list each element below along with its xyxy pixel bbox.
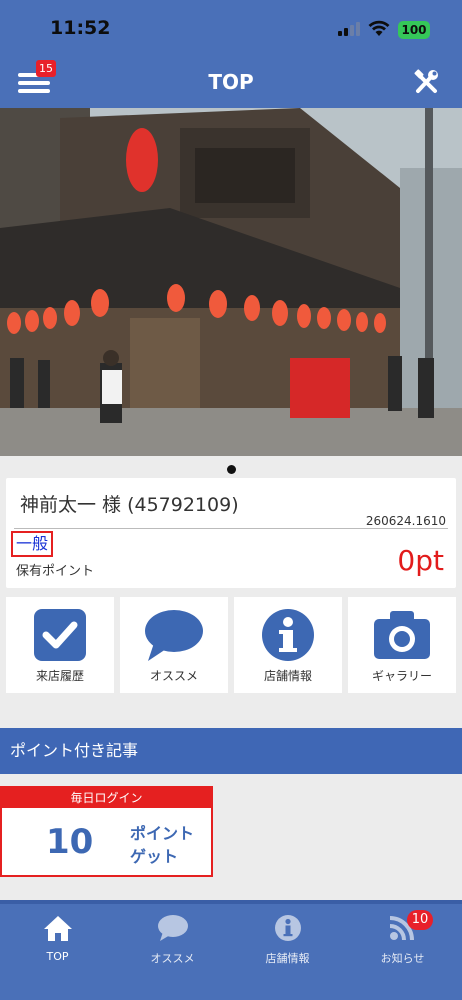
daily-login-unit: ポイント ゲット bbox=[130, 822, 194, 868]
status-bar: 11:52 100 bbox=[0, 0, 462, 56]
camera-icon bbox=[374, 611, 430, 659]
points-value: 0pt bbox=[397, 544, 444, 577]
checkbox-icon bbox=[34, 609, 86, 661]
tile-visit-history[interactable]: 来店履歴 bbox=[6, 597, 114, 693]
tab-recommend[interactable]: オススメ bbox=[115, 912, 230, 972]
tile-label: 来店履歴 bbox=[35, 669, 84, 683]
carousel-dot[interactable] bbox=[226, 465, 236, 474]
tab-news[interactable]: 10 お知らせ bbox=[345, 910, 460, 972]
daily-login-unit-line1: ポイント bbox=[130, 824, 195, 843]
tile-label: オススメ bbox=[149, 669, 198, 683]
battery-indicator: 100 bbox=[398, 21, 430, 39]
feature-tiles: 来店履歴 オススメ 店舗情報 ギャラリー bbox=[6, 597, 456, 693]
section-title: ポイント付き記事 bbox=[0, 728, 462, 774]
page-title: TOP bbox=[208, 70, 254, 94]
tab-label: オススメ bbox=[150, 952, 195, 965]
daily-login-unit-line2: ゲット bbox=[130, 847, 179, 866]
member-name: 神前太一 様 (45792109) bbox=[20, 494, 239, 516]
tools-icon bbox=[414, 69, 438, 93]
tile-recommend[interactable]: オススメ bbox=[120, 597, 228, 693]
points-label: 保有ポイント bbox=[16, 564, 95, 579]
member-card: 神前太一 様 (45792109) 260624.1610 一般 保有ポイント … bbox=[6, 478, 456, 588]
home-icon bbox=[44, 916, 72, 941]
tab-label: お知らせ bbox=[380, 952, 425, 965]
member-rank-link[interactable]: 一般 bbox=[11, 531, 54, 557]
tile-store-info[interactable]: 店舗情報 bbox=[234, 597, 342, 693]
tab-label: 店舗情報 bbox=[265, 952, 310, 965]
daily-login-card[interactable]: 毎日ログイン 10 ポイント ゲット bbox=[0, 786, 213, 877]
speech-bubble-icon bbox=[145, 610, 203, 661]
tile-label: 店舗情報 bbox=[263, 669, 312, 683]
menu-badge: 15 bbox=[36, 60, 56, 77]
divider bbox=[14, 528, 448, 529]
status-time: 11:52 bbox=[50, 17, 111, 39]
tile-gallery[interactable]: ギャラリー bbox=[348, 597, 456, 693]
wifi-icon bbox=[367, 19, 391, 37]
tab-store-info[interactable]: 店舗情報 bbox=[230, 912, 345, 972]
carousel-indicator[interactable] bbox=[0, 459, 462, 474]
izakaya-photo bbox=[0, 108, 462, 456]
daily-login-points: 10 bbox=[46, 822, 94, 862]
tab-label: TOP bbox=[46, 950, 69, 963]
tab-top[interactable]: TOP bbox=[0, 912, 115, 972]
app-header: TOP 15 bbox=[0, 56, 462, 108]
signal-icon bbox=[338, 22, 362, 36]
bottom-tab-bar: TOP オススメ 店舗情報 10 お知らせ bbox=[0, 900, 462, 1000]
settings-button[interactable] bbox=[412, 68, 440, 96]
info-icon bbox=[262, 609, 314, 661]
notification-badge: 10 bbox=[407, 910, 433, 930]
info-icon bbox=[275, 915, 301, 941]
speech-bubble-icon bbox=[158, 915, 188, 941]
daily-login-header: 毎日ログイン bbox=[2, 788, 211, 808]
hero-image[interactable] bbox=[0, 108, 462, 456]
member-timestamp: 260624.1610 bbox=[365, 514, 446, 528]
tile-label: ギャラリー bbox=[371, 669, 432, 683]
